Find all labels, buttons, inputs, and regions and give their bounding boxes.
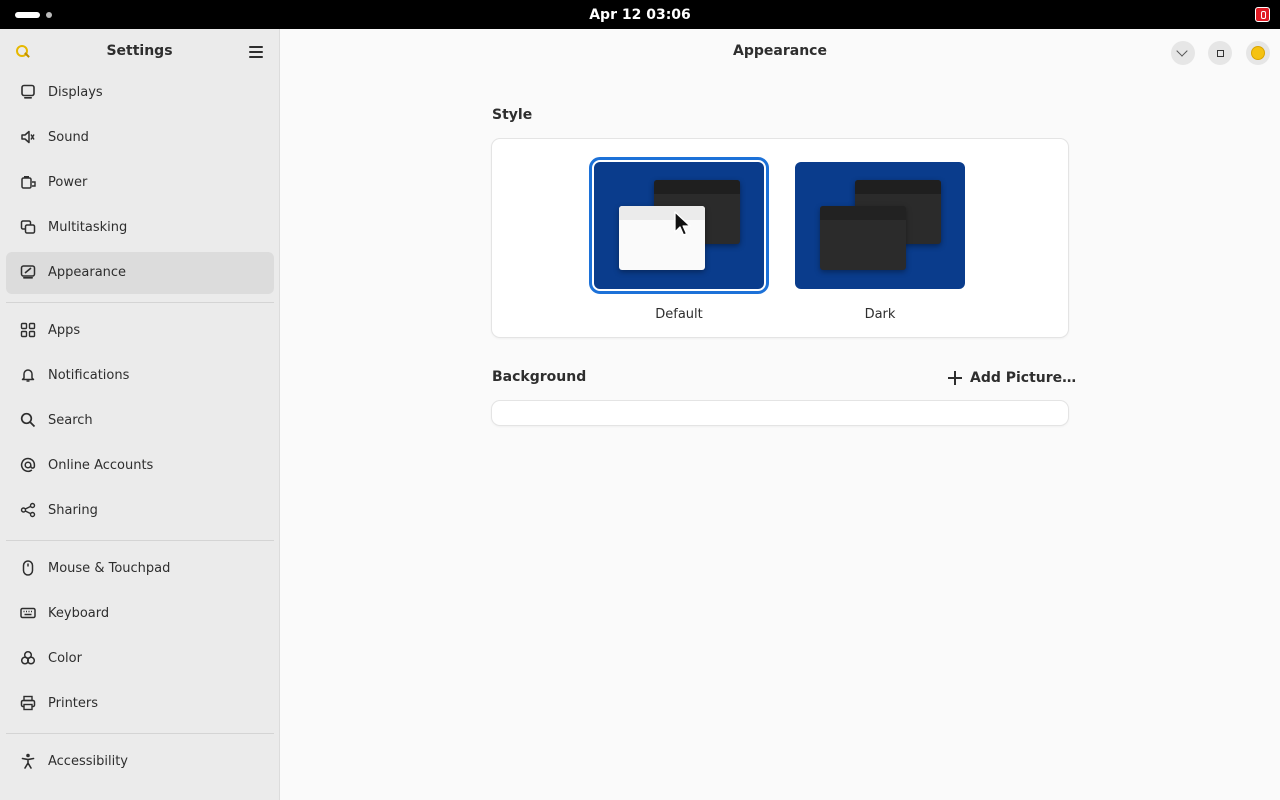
sidebar-item-label: Color — [48, 651, 82, 666]
mouse-icon — [22, 560, 34, 576]
sidebar-header: Settings — [0, 29, 279, 75]
plus-icon — [948, 371, 962, 385]
mouse-pointer-icon — [674, 211, 691, 236]
minimize-button[interactable] — [1171, 41, 1195, 65]
style-card: Default Dark — [492, 139, 1068, 337]
sidebar-separator — [6, 302, 274, 303]
sidebar-item-appearance[interactable]: Appearance — [6, 252, 274, 294]
sidebar-item-label: Online Accounts — [48, 458, 154, 473]
apps-grid-icon — [20, 322, 36, 338]
style-option-label: Default — [655, 307, 703, 322]
power-menu-icon[interactable] — [1255, 7, 1270, 22]
color-icon — [20, 650, 36, 665]
background-heading: Background — [492, 369, 587, 385]
battery-icon — [21, 176, 36, 189]
maximize-button[interactable] — [1208, 41, 1232, 65]
sidebar-item-label: Accessibility — [48, 754, 128, 769]
sidebar-item-displays[interactable]: Displays — [6, 72, 274, 114]
printer-icon — [20, 695, 36, 711]
appearance-icon — [20, 265, 36, 279]
settings-window: Settings Displays Sound Power Multitaski… — [0, 29, 1280, 800]
search-icon — [20, 412, 36, 428]
sidebar-item-online-accounts[interactable]: Online Accounts — [6, 445, 274, 487]
sidebar-item-mouse-touchpad[interactable]: Mouse & Touchpad — [6, 548, 274, 590]
sidebar-title: Settings — [106, 43, 173, 59]
sidebar-item-power[interactable]: Power — [6, 162, 274, 204]
share-icon — [20, 502, 36, 518]
multitasking-icon — [20, 220, 36, 234]
sidebar-item-accessibility[interactable]: Accessibility — [6, 741, 274, 783]
window-preview-front — [820, 206, 906, 270]
sidebar-item-sound[interactable]: Sound — [6, 117, 274, 159]
page-title: Appearance — [733, 43, 827, 59]
sidebar-item-label: Keyboard — [48, 606, 110, 621]
sidebar-item-label: Search — [48, 413, 93, 428]
hamburger-menu-icon[interactable] — [248, 45, 264, 59]
sidebar-separator — [6, 540, 274, 541]
sidebar-item-notifications[interactable]: Notifications — [6, 355, 274, 397]
sidebar-item-label: Sound — [48, 130, 89, 145]
sidebar: Settings Displays Sound Power Multitaski… — [0, 29, 280, 800]
sidebar-item-color[interactable]: Color — [6, 638, 274, 680]
display-icon — [21, 84, 35, 99]
keyboard-icon — [20, 607, 36, 619]
style-option-dark[interactable] — [795, 162, 965, 289]
sidebar-item-label: Sharing — [48, 503, 98, 518]
sidebar-item-apps[interactable]: Apps — [6, 310, 274, 352]
accessibility-icon — [21, 753, 35, 769]
sidebar-item-sharing[interactable]: Sharing — [6, 490, 274, 532]
sidebar-item-label: Multitasking — [48, 220, 128, 235]
background-list — [492, 401, 1068, 425]
sidebar-item-keyboard[interactable]: Keyboard — [6, 593, 274, 635]
top-bar: Apr 12 03:06 — [0, 0, 1280, 29]
style-option-label: Dark — [864, 307, 896, 322]
clock[interactable]: Apr 12 03:06 — [0, 7, 1280, 23]
sidebar-item-label: Apps — [48, 323, 81, 338]
close-button[interactable] — [1246, 41, 1270, 65]
sidebar-item-label: Displays — [48, 85, 103, 100]
bell-icon — [21, 369, 35, 382]
add-picture-label: Add Picture… — [970, 370, 1077, 386]
sidebar-item-printers[interactable]: Printers — [6, 683, 274, 725]
sidebar-item-search[interactable]: Search — [6, 400, 274, 442]
style-heading: Style — [492, 107, 533, 123]
sidebar-item-label: Power — [48, 175, 88, 190]
speaker-icon — [21, 130, 35, 144]
sidebar-item-label: Notifications — [48, 368, 130, 383]
sidebar-item-label: Mouse & Touchpad — [48, 561, 171, 576]
sidebar-item-multitasking[interactable]: Multitasking — [6, 207, 274, 249]
window-preview-front — [619, 206, 705, 270]
at-sign-icon — [20, 457, 36, 473]
sidebar-separator — [6, 733, 274, 734]
sidebar-item-label: Appearance — [48, 265, 127, 280]
sidebar-item-label: Printers — [48, 696, 99, 711]
